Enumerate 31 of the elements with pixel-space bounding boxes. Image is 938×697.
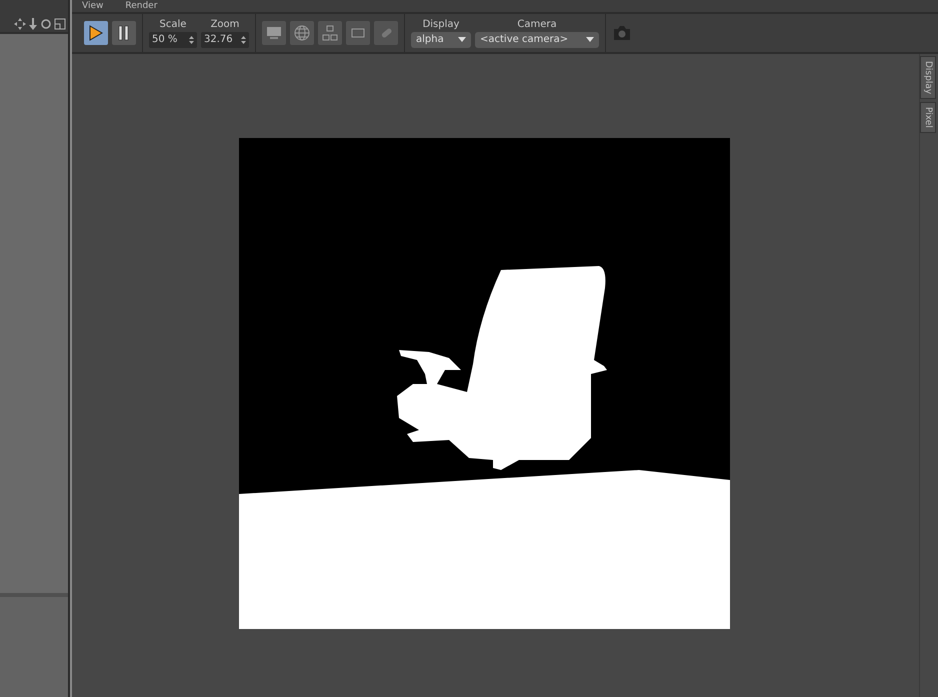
- window-icon[interactable]: [54, 18, 66, 30]
- caret-icon: [458, 37, 466, 42]
- hierarchy-icon: [321, 24, 339, 42]
- play-icon: [89, 25, 103, 41]
- zoom-field[interactable]: 32.76: [201, 32, 249, 48]
- move-icon[interactable]: [14, 18, 26, 30]
- side-tab[interactable]: Display: [920, 56, 936, 100]
- scale-label: Scale: [160, 18, 186, 30]
- pause-button[interactable]: [112, 21, 136, 45]
- play-button[interactable]: [84, 21, 108, 45]
- rotate-icon[interactable]: [40, 18, 52, 30]
- view-button[interactable]: [290, 21, 314, 45]
- arrow-down-icon[interactable]: [28, 18, 38, 30]
- zoom-label: Zoom: [210, 18, 240, 30]
- pause-icon: [118, 25, 130, 41]
- camera-dropdown[interactable]: <active camera>: [475, 32, 599, 48]
- display-label: Display: [422, 18, 460, 30]
- menu-item[interactable]: Render: [125, 0, 158, 12]
- globe-icon: [293, 24, 311, 42]
- view-button[interactable]: [318, 21, 342, 45]
- view-button[interactable]: [262, 21, 286, 45]
- stepper-icon: [241, 36, 246, 44]
- stepper-icon: [189, 36, 194, 44]
- monitor-icon: [265, 24, 283, 42]
- menu-item[interactable]: View: [82, 0, 104, 12]
- camera-label: Camera: [517, 18, 557, 30]
- side-tab[interactable]: Pixel: [920, 102, 936, 134]
- view-button[interactable]: [346, 21, 370, 45]
- display-dropdown[interactable]: alpha: [411, 32, 471, 48]
- caret-icon: [586, 37, 594, 42]
- scale-field[interactable]: 50 %: [149, 32, 197, 48]
